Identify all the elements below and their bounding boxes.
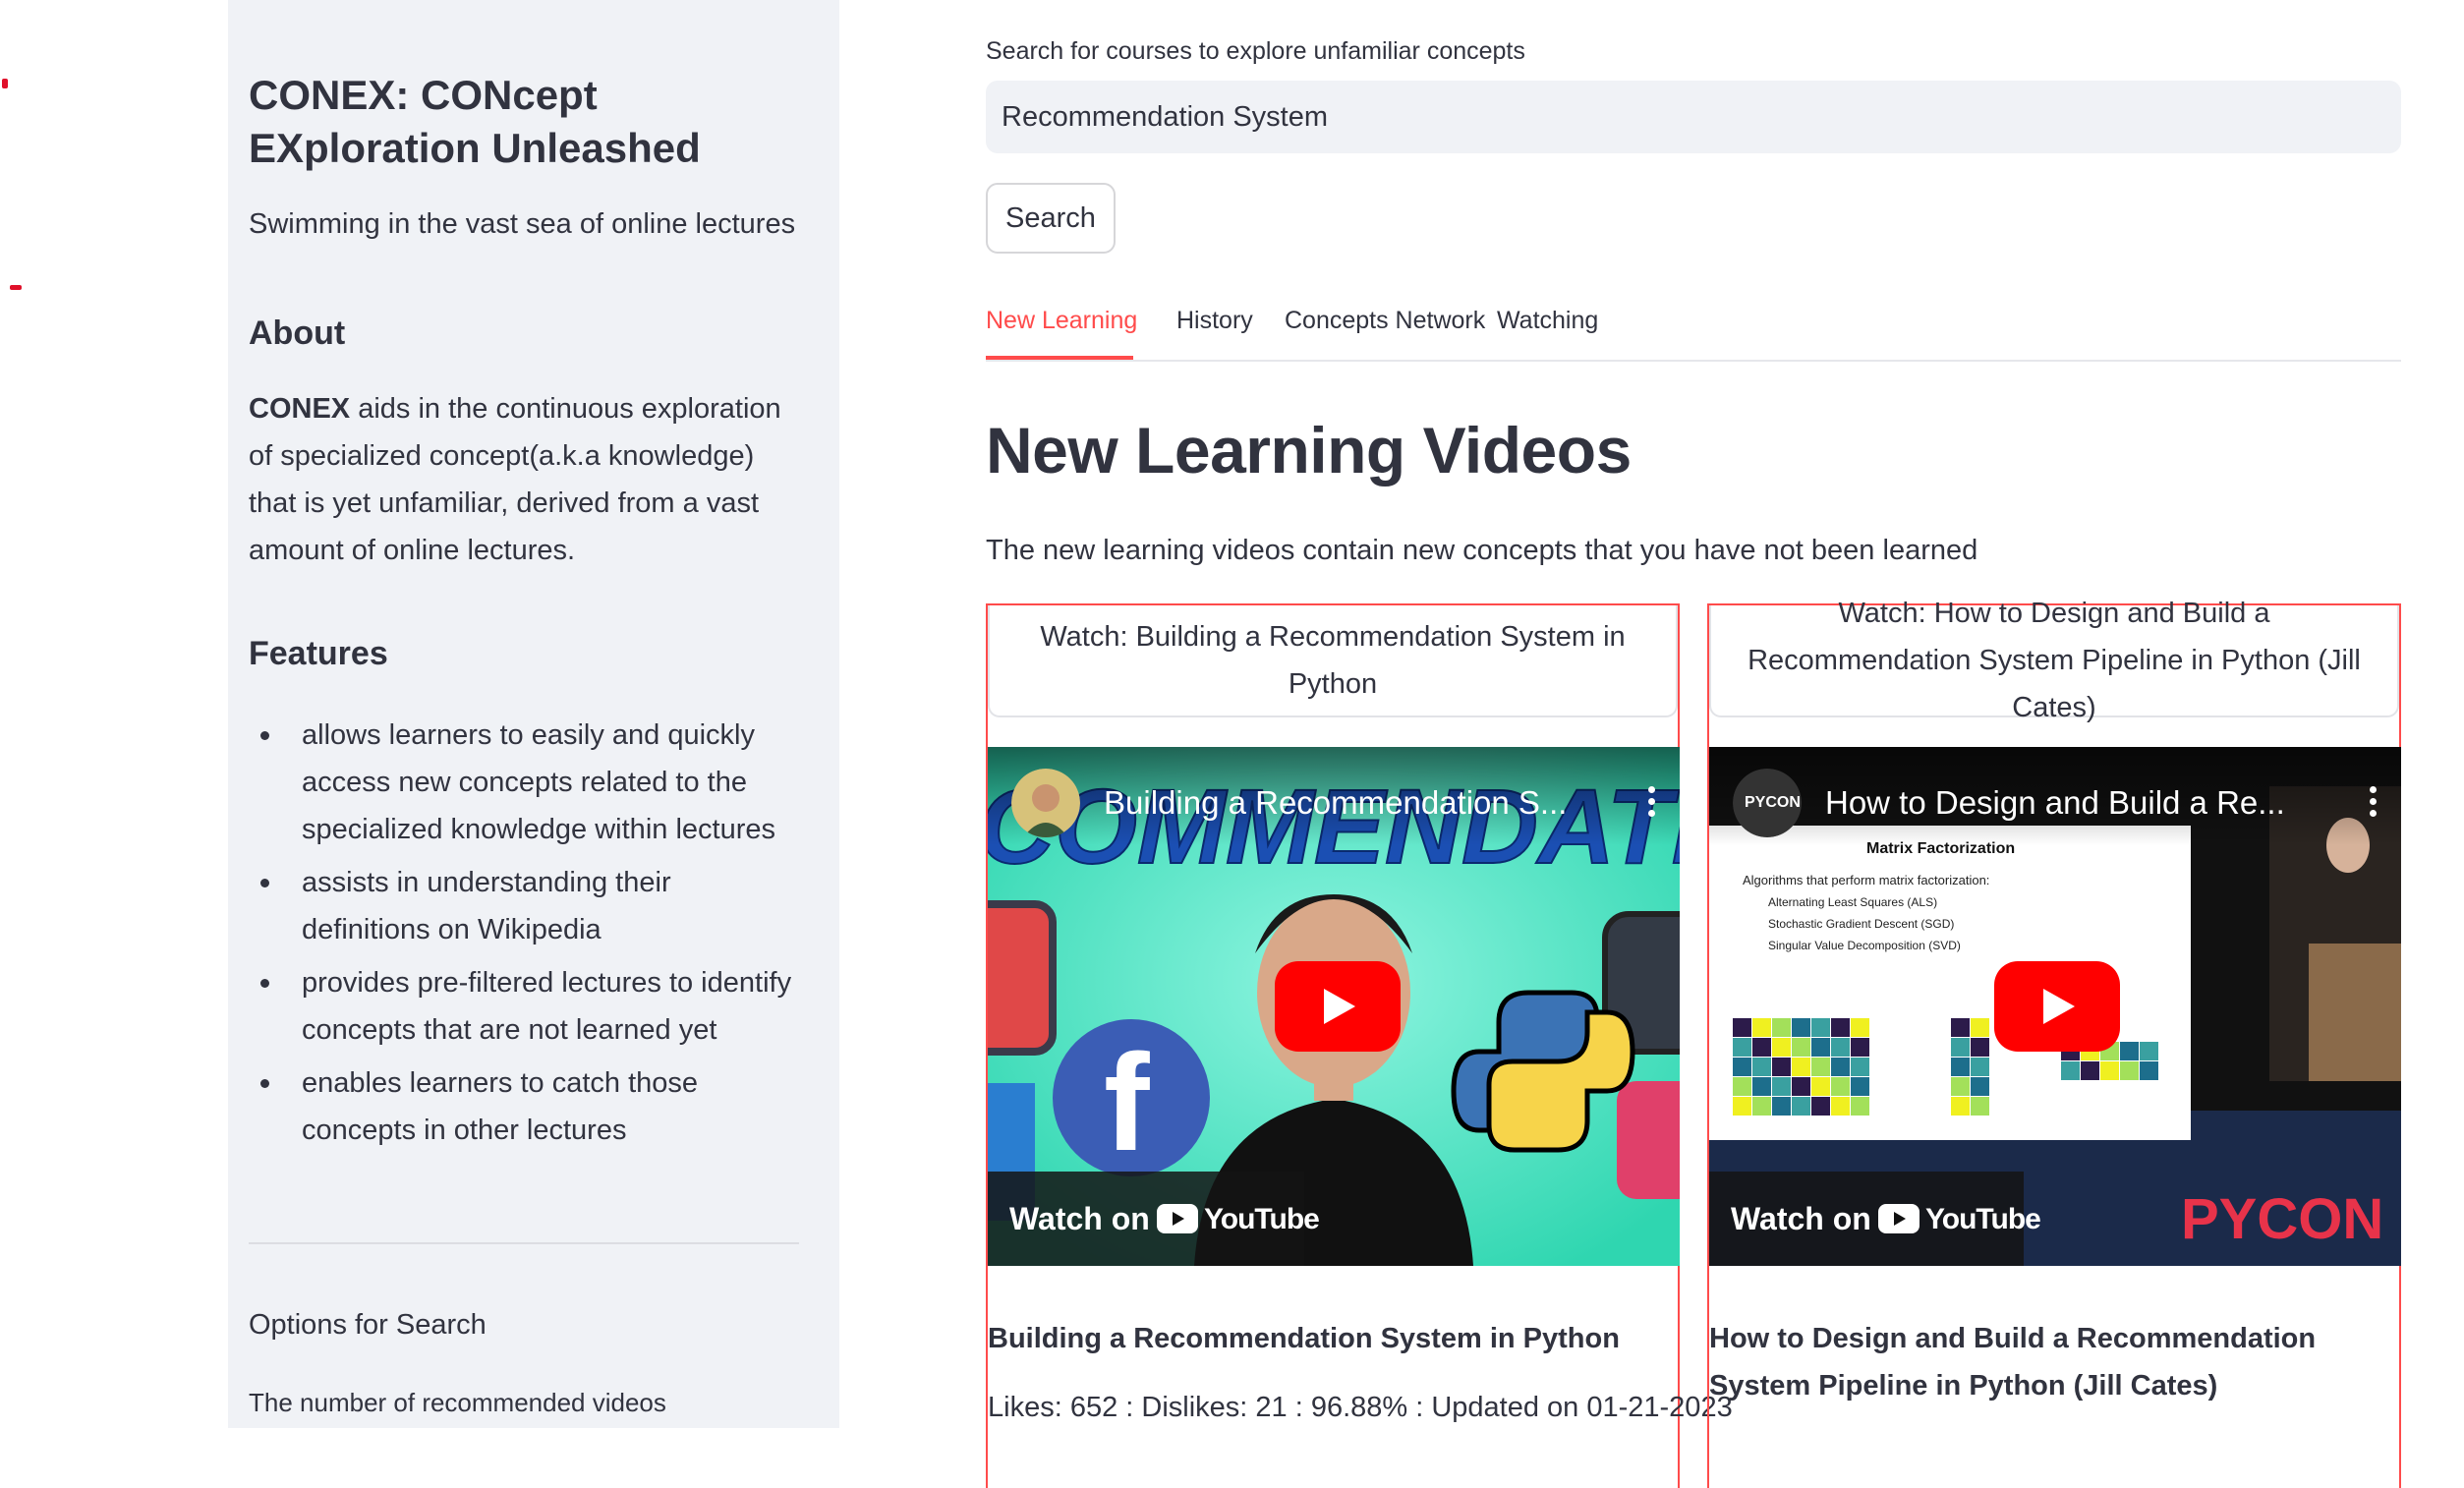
tab-bar: New Learning History Concepts Network Wa… bbox=[986, 295, 2401, 362]
page-title: New Learning Videos bbox=[986, 414, 1632, 486]
video-card-title: How to Design and Build a Recommendation… bbox=[1709, 1323, 2317, 1402]
watch-on-label: Watch on bbox=[1009, 1201, 1150, 1236]
stray-mark bbox=[2, 79, 8, 88]
active-tab-indicator bbox=[986, 356, 1133, 360]
video-card: Watch: How to Design and Build a Recomme… bbox=[1707, 598, 2401, 1488]
video-card-title: Building a Recommendation System in Pyth… bbox=[988, 1323, 1620, 1354]
bullet-icon bbox=[260, 731, 269, 740]
watch-on-youtube-bar[interactable]: Watch on YouTube bbox=[1709, 1172, 2041, 1266]
features-list: allows learners to easily and quickly ac… bbox=[249, 712, 799, 1160]
youtube-wordmark: YouTube bbox=[1204, 1203, 1320, 1235]
app-title: CONEX: CONcept EXploration Unleashed bbox=[249, 72, 701, 171]
feature-item: enables learners to catch those concepts… bbox=[249, 1059, 799, 1154]
page-description: The new learning videos contain new conc… bbox=[986, 535, 1978, 566]
svg-text:Stochastic Gradient Descent (S: Stochastic Gradient Descent (SGD) bbox=[1768, 917, 1954, 931]
sidebar-divider bbox=[249, 1242, 799, 1244]
tab-concepts-network[interactable]: Concepts Network bbox=[1285, 307, 1485, 335]
search-input[interactable] bbox=[986, 81, 2401, 153]
play-button-icon[interactable] bbox=[1275, 961, 1401, 1052]
about-text: CONEX aids in the continuous exploration… bbox=[249, 385, 799, 574]
svg-text:Algorithms that perform matrix: Algorithms that perform matrix factoriza… bbox=[1743, 873, 1989, 887]
main-content: Search for courses to explore unfamiliar… bbox=[986, 0, 2403, 1488]
search-label: Search for courses to explore unfamiliar… bbox=[986, 37, 1525, 65]
bullet-icon bbox=[260, 979, 269, 988]
video-title[interactable]: Building a Recommendation S... bbox=[1104, 784, 1615, 822]
app-subtitle: Swimming in the vast sea of online lectu… bbox=[249, 208, 796, 240]
play-button-icon[interactable] bbox=[1994, 961, 2120, 1052]
bullet-icon bbox=[260, 1079, 269, 1088]
svg-text:f: f bbox=[1104, 1025, 1150, 1179]
about-brand: CONEX bbox=[249, 393, 351, 425]
watch-on-label: Watch on bbox=[1731, 1201, 1871, 1236]
video-stats: Likes: 652 : Dislikes: 21 : 96.88% : Upd… bbox=[988, 1392, 1733, 1423]
channel-badge: PYCON bbox=[1745, 794, 1801, 811]
num-videos-label: The number of recommended videos bbox=[249, 1388, 666, 1417]
more-options-icon[interactable] bbox=[1648, 786, 1656, 820]
sidebar: CONEX: CONcept EXploration Unleashed Swi… bbox=[228, 0, 839, 1428]
feature-item: assists in understanding their definitio… bbox=[249, 859, 799, 953]
feature-item: provides pre-filtered lectures to identi… bbox=[249, 959, 799, 1054]
feature-item: allows learners to easily and quickly ac… bbox=[249, 712, 799, 853]
options-label: Options for Search bbox=[249, 1309, 487, 1341]
video-card: Watch: Building a Recommendation System … bbox=[986, 603, 1733, 1488]
tab-history[interactable]: History bbox=[1176, 307, 1253, 335]
more-options-icon[interactable] bbox=[2370, 786, 2378, 820]
svg-text:Alternating Least Squares (ALS: Alternating Least Squares (ALS) bbox=[1768, 895, 1937, 909]
svg-text:PYCON: PYCON bbox=[2181, 1187, 2383, 1251]
channel-avatar[interactable] bbox=[1011, 769, 1080, 837]
svg-text:Singular Value Decomposition (: Singular Value Decomposition (SVD) bbox=[1768, 939, 1961, 952]
video-player[interactable]: Matrix Factorization Algorithms that per… bbox=[1709, 747, 2401, 1266]
about-heading: About bbox=[249, 315, 346, 352]
watch-button[interactable]: Watch: How to Design and Build a Recomme… bbox=[1709, 598, 2399, 723]
bullet-icon bbox=[260, 879, 269, 887]
search-button[interactable]: Search bbox=[986, 183, 1116, 254]
watch-on-youtube-bar[interactable]: Watch on YouTube bbox=[988, 1172, 1320, 1266]
features-heading: Features bbox=[249, 635, 388, 672]
stray-mark bbox=[10, 285, 22, 290]
tab-new-learning[interactable]: New Learning bbox=[986, 307, 1137, 335]
youtube-wordmark: YouTube bbox=[1925, 1203, 2041, 1235]
video-title[interactable]: How to Design and Build a Re... bbox=[1825, 784, 2336, 822]
tab-watching[interactable]: Watching bbox=[1497, 307, 1598, 335]
video-player[interactable]: COMMENDATIC f bbox=[988, 747, 1680, 1266]
watch-button[interactable]: Watch: Building a Recommendation System … bbox=[988, 605, 1678, 717]
